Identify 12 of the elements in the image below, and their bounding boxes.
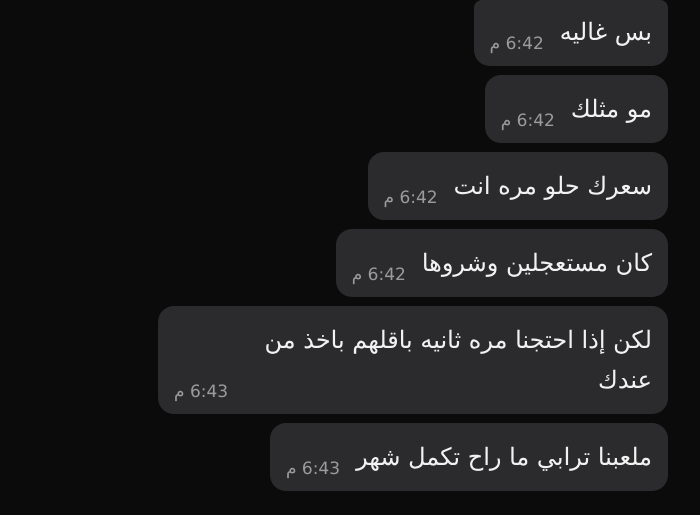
message-time: 6:43 م <box>174 381 228 404</box>
message-time: 6:42 م <box>500 110 555 133</box>
message-time: 6:42 م <box>490 33 544 56</box>
message-text: بس غاليه <box>560 17 652 48</box>
message-time: 6:42 م <box>384 187 438 210</box>
message-text: كان مستعجلين وشروها <box>422 248 652 279</box>
message-text: ملعبنا ترابي ما راح تكمل شهر <box>356 442 652 473</box>
message-text: لكن إذا احتجنا مره ثانيه باقلهم باخذ من عندك <box>263 325 652 396</box>
message-time: 6:43 م <box>286 458 340 481</box>
message-time: 6:42 م <box>352 264 406 287</box>
message-text: سعرك حلو مره انت <box>454 171 652 202</box>
message-text: مو مثلك <box>570 94 652 125</box>
